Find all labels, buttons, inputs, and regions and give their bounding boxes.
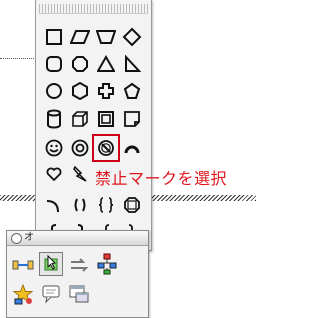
rounded-square-icon[interactable] <box>42 52 66 76</box>
parallelogram-icon[interactable] <box>68 25 92 49</box>
flowchart-icon[interactable] <box>95 252 119 276</box>
star-shape-icon[interactable] <box>11 282 35 306</box>
double-bracket-icon[interactable] <box>68 193 92 217</box>
smiley-icon[interactable] <box>42 136 66 160</box>
octagon-icon[interactable] <box>68 52 92 76</box>
right-triangle-icon[interactable] <box>120 52 144 76</box>
bevel-icon[interactable] <box>120 193 144 217</box>
tool-window-title: オ <box>24 232 34 243</box>
callout-shape-icon[interactable] <box>39 282 63 306</box>
hatched-ruler-right <box>150 195 256 201</box>
heart-icon[interactable] <box>42 162 66 186</box>
window-shapes-icon[interactable] <box>67 282 91 306</box>
lightning-icon[interactable] <box>68 162 92 186</box>
shapes-palette <box>35 0 152 251</box>
connector-icon[interactable] <box>11 253 35 277</box>
folded-corner-icon[interactable] <box>120 107 144 131</box>
palette-grip[interactable] <box>39 4 148 14</box>
triangle-icon[interactable] <box>94 52 118 76</box>
diamond-icon[interactable] <box>120 25 144 49</box>
arrows-icon[interactable] <box>67 253 91 277</box>
double-brace-icon[interactable] <box>94 193 118 217</box>
no-symbol-icon[interactable] <box>94 136 118 160</box>
donut-icon[interactable] <box>68 136 92 160</box>
arc-bracket-icon[interactable] <box>42 193 66 217</box>
circle-icon[interactable] <box>42 79 66 103</box>
arc-icon[interactable] <box>120 136 144 160</box>
hatched-ruler-left <box>0 195 36 201</box>
close-icon[interactable] <box>11 233 22 244</box>
trapezoid-icon[interactable] <box>94 25 118 49</box>
tool-window-titlebar[interactable]: オ <box>7 231 148 246</box>
dotted-guide-line <box>0 58 36 59</box>
cube-icon[interactable] <box>68 107 92 131</box>
frame-icon[interactable] <box>94 107 118 131</box>
cylinder-icon[interactable] <box>42 107 66 131</box>
cross-icon[interactable] <box>94 79 118 103</box>
hexagon-icon[interactable] <box>68 79 92 103</box>
square-icon[interactable] <box>42 25 66 49</box>
select-shape-icon[interactable] <box>39 252 63 276</box>
annotation-callout: 禁止マークを選択 <box>95 169 228 188</box>
pentagon-icon[interactable] <box>120 79 144 103</box>
tool-palette-window: オ <box>6 230 149 318</box>
